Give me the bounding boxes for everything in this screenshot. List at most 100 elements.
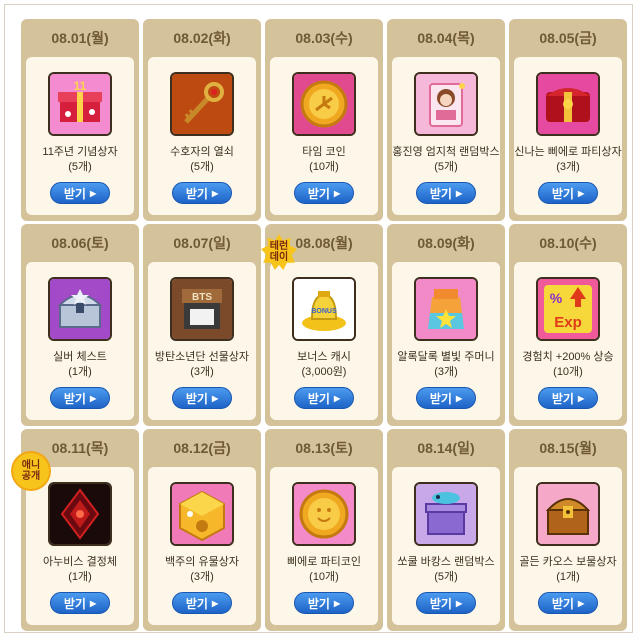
- claim-button-label: 받기: [63, 391, 86, 406]
- chevron-right-icon: ▶: [89, 393, 97, 403]
- reward-name: 홍진영 엄지척 랜덤박스: [392, 146, 500, 158]
- relic-box-icon: [170, 482, 234, 546]
- exp-boost-icon: % Exp: [536, 277, 600, 341]
- chevron-right-icon: ▶: [211, 598, 219, 608]
- reward-card: 타임 코인 (10개) 받기 ▶: [270, 57, 378, 215]
- chevron-right-icon: ▶: [333, 393, 341, 403]
- chevron-right-icon: ▶: [577, 598, 585, 608]
- claim-button[interactable]: 받기 ▶: [294, 592, 354, 614]
- reward-quantity: (5개): [434, 161, 458, 173]
- bonus-cash-icon: BONUS: [292, 277, 356, 341]
- day-date: 08.12(금): [173, 440, 231, 456]
- day-date: 08.13(토): [295, 440, 353, 456]
- svg-text:%: %: [550, 290, 563, 306]
- svg-text:BTS: BTS: [192, 292, 212, 303]
- day-cell: 08.13(토) 삐에로 파티코인 (10개) 받기 ▶: [265, 429, 383, 631]
- day-cell: 08.10(수)% Exp 경험치 +200% 상승 (10개) 받기 ▶: [509, 224, 627, 426]
- claim-button-label: 받기: [63, 186, 86, 201]
- reward-quantity: (10개): [309, 571, 339, 583]
- claim-button[interactable]: 받기 ▶: [172, 182, 232, 204]
- claim-button-label: 받기: [551, 596, 574, 611]
- chevron-right-icon: ▶: [577, 393, 585, 403]
- reward-card: 쏘쿨 바캉스 랜덤박스 (5개) 받기 ▶: [392, 467, 500, 625]
- day-cell: 08.09(화) 알록달록 별빛 주머니 (3개) 받기 ▶: [387, 224, 505, 426]
- reward-quantity: (5개): [190, 161, 214, 173]
- day-date: 08.09(화): [417, 235, 475, 251]
- reward-name: 삐에로 파티코인: [287, 556, 361, 568]
- claim-button-label: 받기: [185, 186, 208, 201]
- svg-text:BONUS: BONUS: [311, 308, 337, 315]
- chevron-right-icon: ▶: [333, 598, 341, 608]
- reward-card: 알록달록 별빛 주머니 (3개) 받기 ▶: [392, 262, 500, 420]
- reward-card: BTS 방탄소년단 선물상자 (3개) 받기 ▶: [148, 262, 256, 420]
- claim-button[interactable]: 받기 ▶: [50, 592, 110, 614]
- chevron-right-icon: ▶: [455, 598, 463, 608]
- claim-button[interactable]: 받기 ▶: [538, 387, 598, 409]
- claim-button[interactable]: 받기 ▶: [172, 592, 232, 614]
- claim-button-label: 받기: [551, 186, 574, 201]
- reward-name: 골든 카오스 보물상자: [519, 556, 617, 568]
- svg-text:Exp: Exp: [554, 314, 582, 331]
- chevron-right-icon: ▶: [455, 188, 463, 198]
- vacance-box-icon: [414, 482, 478, 546]
- claim-button-label: 받기: [429, 391, 452, 406]
- claim-button-label: 받기: [63, 596, 86, 611]
- silver-chest-icon: [48, 277, 112, 341]
- reward-name: 백주의 유물상자: [165, 556, 239, 568]
- reward-quantity: (3개): [190, 571, 214, 583]
- party-coin-icon: [292, 482, 356, 546]
- day-date: 08.02(화): [173, 30, 231, 46]
- reward-name: 수호자의 열쇠: [170, 146, 234, 158]
- claim-button[interactable]: 받기 ▶: [50, 182, 110, 204]
- reward-quantity: (5개): [68, 161, 92, 173]
- reward-card: 신나는 삐에로 파티상자 (3개) 받기 ▶: [514, 57, 622, 215]
- reward-card: 골든 카오스 보물상자 (1개) 받기 ▶: [514, 467, 622, 625]
- chevron-right-icon: ▶: [333, 188, 341, 198]
- svg-text:11: 11: [74, 79, 87, 93]
- claim-button-label: 받기: [185, 596, 208, 611]
- reward-name: 경험치 +200% 상승: [522, 351, 614, 363]
- day-cell: 08.06(토) 실버 체스트 (1개) 받기 ▶: [21, 224, 139, 426]
- chevron-right-icon: ▶: [211, 188, 219, 198]
- anniversary-box-icon: 11: [48, 72, 112, 136]
- claim-button-label: 받기: [307, 186, 330, 201]
- reward-quantity: (3개): [434, 366, 458, 378]
- day-date: 08.06(토): [51, 235, 109, 251]
- event-badge: 애니 공개: [13, 453, 49, 489]
- day-date: 08.07(일): [173, 235, 231, 251]
- day-date: 08.03(수): [295, 30, 353, 46]
- reward-quantity: (1개): [68, 366, 92, 378]
- claim-button[interactable]: 받기 ▶: [416, 592, 476, 614]
- random-box-icon: [414, 72, 478, 136]
- claim-button[interactable]: 받기 ▶: [294, 387, 354, 409]
- claim-button[interactable]: 받기 ▶: [538, 592, 598, 614]
- chevron-right-icon: ▶: [577, 188, 585, 198]
- day-cell: 08.15(월) 골든 카오스 보물상자 (1개) 받기 ▶: [509, 429, 627, 631]
- reward-name: 방탄소년단 선물상자: [154, 351, 250, 363]
- starlight-pouch-icon: [414, 277, 478, 341]
- reward-quantity: (3개): [190, 366, 214, 378]
- claim-button[interactable]: 받기 ▶: [538, 182, 598, 204]
- claim-button[interactable]: 받기 ▶: [294, 182, 354, 204]
- day-date: 08.05(금): [539, 30, 597, 46]
- reward-quantity: (10개): [553, 366, 583, 378]
- attendance-calendar: 08.01(월) 11 11주년 기념상자 (5개) 받기 ▶ 08.02(화) 수호자의 열…: [13, 19, 628, 631]
- reward-name: 아누비스 결정체: [43, 556, 117, 568]
- day-cell: 08.05(금) 신나는 삐에로 파티상자 (3개) 받기 ▶: [509, 19, 627, 221]
- claim-button[interactable]: 받기 ▶: [50, 387, 110, 409]
- claim-button[interactable]: 받기 ▶: [416, 387, 476, 409]
- claim-button[interactable]: 받기 ▶: [416, 182, 476, 204]
- reward-card: 홍진영 엄지척 랜덤박스 (5개) 받기 ▶: [392, 57, 500, 215]
- reward-name: 타임 코인: [302, 146, 346, 158]
- chevron-right-icon: ▶: [89, 188, 97, 198]
- claim-button-label: 받기: [307, 391, 330, 406]
- claim-button[interactable]: 받기 ▶: [172, 387, 232, 409]
- chevron-right-icon: ▶: [455, 393, 463, 403]
- reward-card: 수호자의 열쇠 (5개) 받기 ▶: [148, 57, 256, 215]
- day-date: 08.10(수): [539, 235, 597, 251]
- party-box-icon: [536, 72, 600, 136]
- reward-card: 백주의 유물상자 (3개) 받기 ▶: [148, 467, 256, 625]
- reward-quantity: (1개): [556, 571, 580, 583]
- reward-name: 신나는 삐에로 파티상자: [514, 146, 622, 158]
- reward-name: 알록달록 별빛 주머니: [397, 351, 495, 363]
